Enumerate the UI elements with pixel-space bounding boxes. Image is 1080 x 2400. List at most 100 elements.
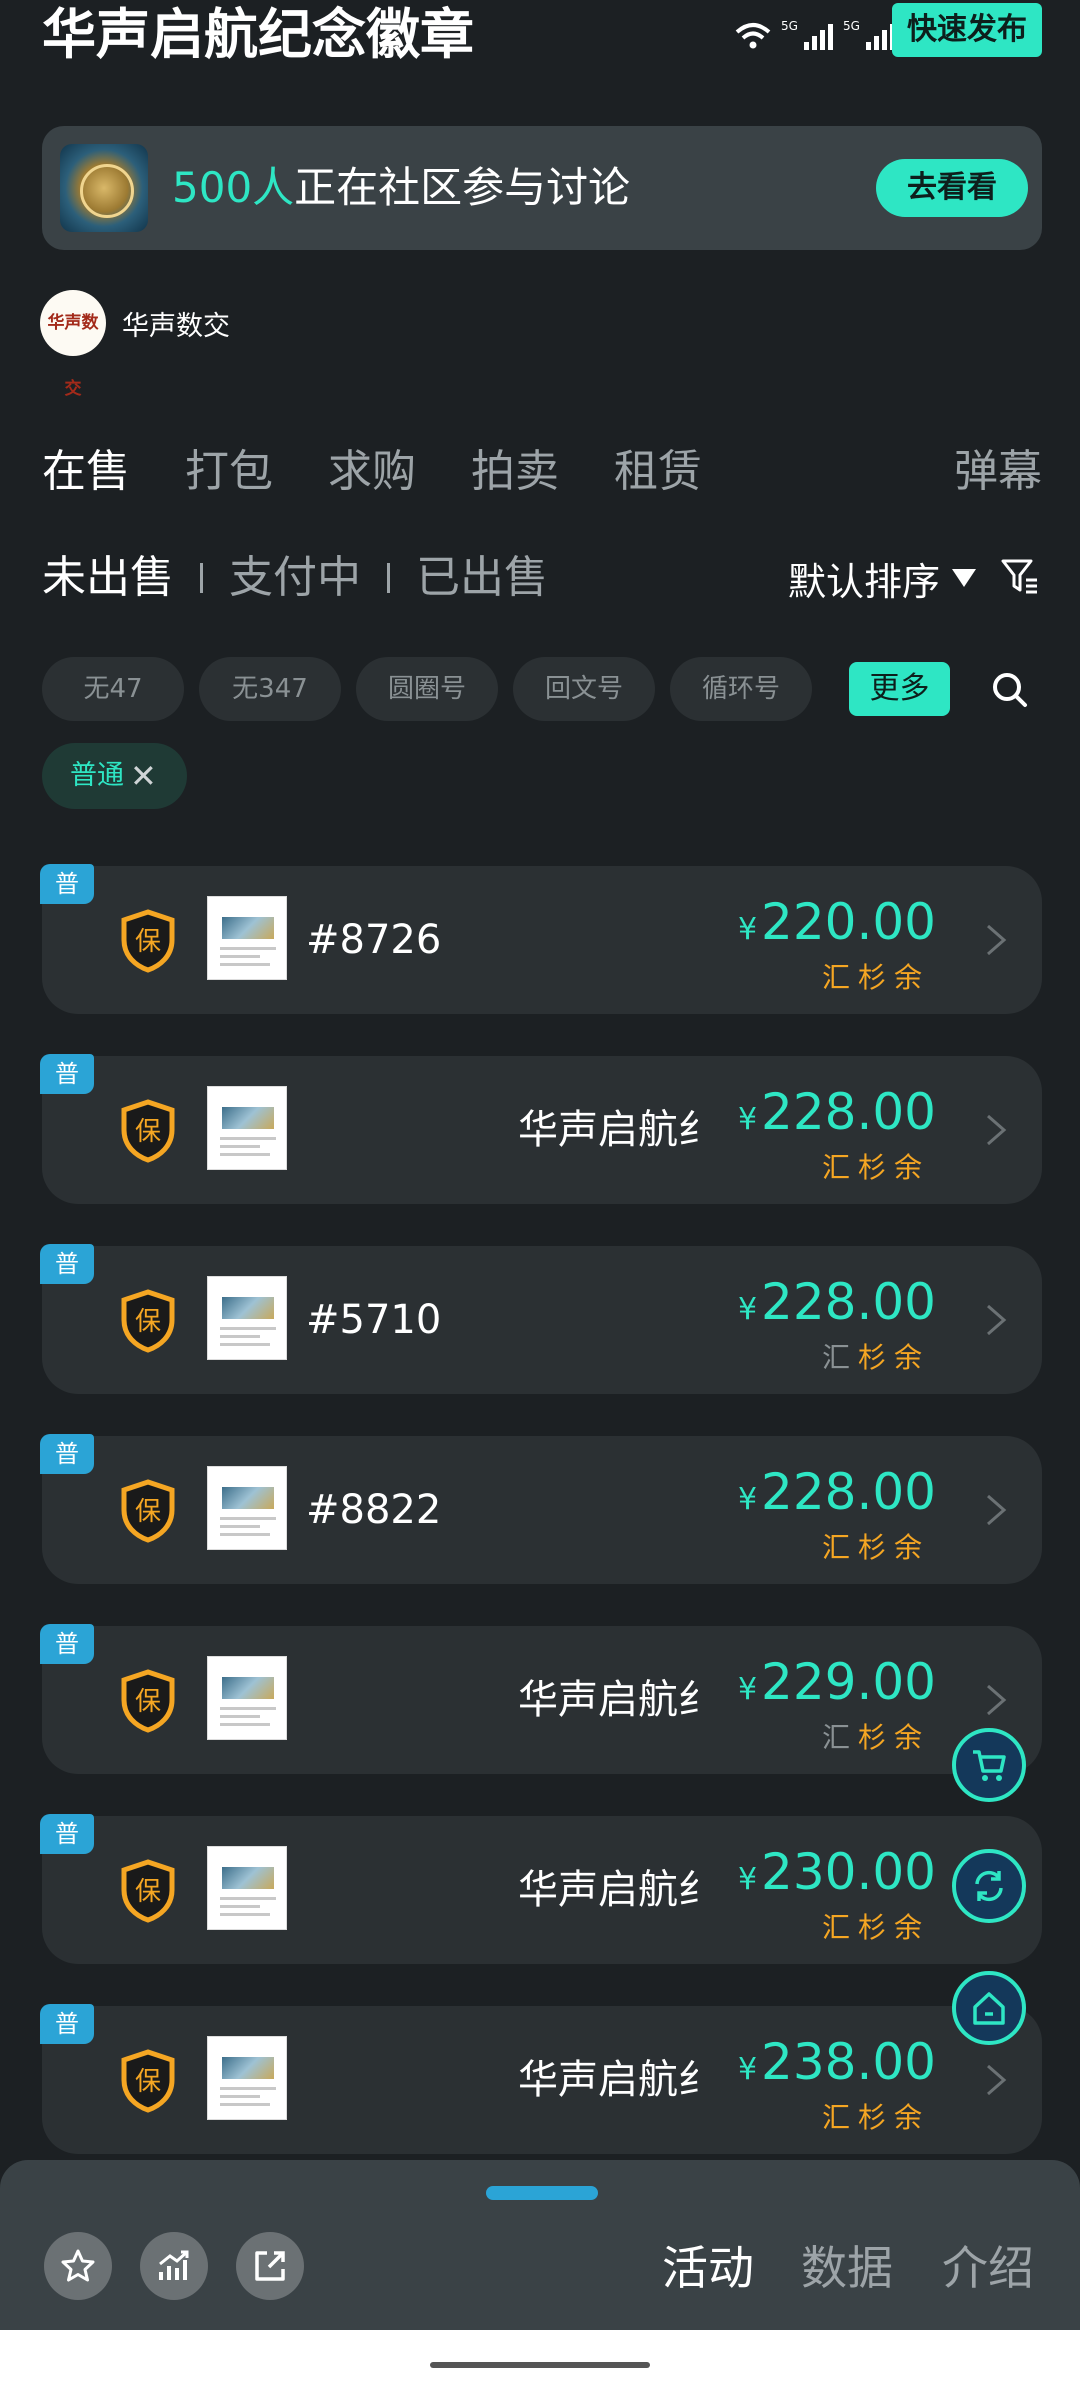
listing-card[interactable]: 普 保 #8726 ¥220.00 汇杉余 bbox=[40, 864, 1042, 1014]
grade-tag: 普 bbox=[40, 1434, 94, 1474]
badge-thumbnail bbox=[207, 1276, 287, 1360]
market-tags: 汇杉余 bbox=[822, 1146, 930, 1186]
shield-label: 保 bbox=[135, 1307, 161, 1337]
more-filters-button[interactable]: 更多 bbox=[849, 662, 950, 716]
share-button[interactable] bbox=[236, 2232, 304, 2300]
badge-image bbox=[222, 1297, 274, 1319]
tab-paying[interactable]: 支付中 bbox=[229, 546, 361, 610]
badge-image bbox=[222, 917, 274, 939]
tab-sold[interactable]: 已出售 bbox=[416, 546, 548, 610]
chip-filter[interactable]: 圆圈号 bbox=[356, 657, 498, 721]
creator-row[interactable]: 华声数交 华声数交 bbox=[40, 290, 230, 399]
badge-thumbnail bbox=[207, 896, 287, 980]
cart-button[interactable] bbox=[952, 1728, 1026, 1802]
tab-data[interactable]: 数据 bbox=[801, 2236, 893, 2300]
listing-card[interactable]: 普 保 华声启航纟 ¥229.00 汇杉余 bbox=[40, 1624, 1042, 1774]
listing-card[interactable]: 普 保 华声启航纟 ¥230.00 汇杉余 bbox=[40, 1814, 1042, 1964]
listing-card[interactable]: 普 保 华声启航纟 ¥228.00 汇杉余 bbox=[40, 1054, 1042, 1204]
badge-thumbnail bbox=[207, 2036, 287, 2120]
guarantee-shield-icon: 保 bbox=[121, 1479, 175, 1543]
chip-filter[interactable]: 无47 bbox=[42, 657, 184, 721]
active-filter-chip[interactable]: 普通 ✕ bbox=[42, 743, 187, 809]
search-icon[interactable] bbox=[990, 670, 1030, 710]
guarantee-shield-icon: 保 bbox=[121, 2049, 175, 2113]
tab-on-sale[interactable]: 在售 bbox=[42, 440, 130, 504]
listing-price: ¥228.00 bbox=[738, 1460, 936, 1532]
market-tags: 汇杉余 bbox=[822, 1906, 930, 1946]
shield-label: 保 bbox=[135, 1497, 161, 1527]
market-label: 汇 bbox=[821, 1151, 858, 1184]
market-tags: 汇杉余 bbox=[822, 1716, 930, 1756]
page-title: 华声启航纪念徽章 bbox=[42, 3, 474, 66]
go-see-button[interactable]: 去看看 bbox=[876, 159, 1028, 217]
chevron-right-icon bbox=[987, 2064, 1007, 2096]
banner-message: 正在社区参与讨论 bbox=[294, 163, 631, 212]
listing-name: 华声启航纟 bbox=[518, 1867, 698, 1913]
shield-label: 保 bbox=[135, 927, 161, 957]
market-label: 汇 bbox=[821, 1341, 858, 1374]
market-label: 余 bbox=[893, 1531, 930, 1564]
favorite-button[interactable] bbox=[44, 2232, 112, 2300]
quick-publish-button[interactable]: 快速发布 bbox=[892, 3, 1042, 57]
tab-auction[interactable]: 拍卖 bbox=[471, 440, 559, 504]
shield-label: 保 bbox=[135, 1117, 161, 1147]
signal-icon bbox=[803, 22, 833, 50]
market-label: 杉 bbox=[857, 1151, 894, 1184]
listing-price: ¥230.00 bbox=[738, 1840, 936, 1912]
close-icon[interactable]: ✕ bbox=[130, 743, 157, 809]
tab-rental[interactable]: 租赁 bbox=[614, 440, 702, 504]
guarantee-shield-icon: 保 bbox=[121, 1669, 175, 1733]
sort-dropdown[interactable]: 默认排序 bbox=[788, 546, 977, 610]
market-label: 汇 bbox=[821, 961, 858, 994]
network-type-1: 5G bbox=[781, 19, 798, 33]
chip-filter[interactable]: 回文号 bbox=[513, 657, 655, 721]
listing-card[interactable]: 普 保 华声启航纟 ¥238.00 汇杉余 bbox=[40, 2004, 1042, 2154]
tab-wanted[interactable]: 求购 bbox=[328, 440, 416, 504]
market-label: 杉 bbox=[857, 1911, 894, 1944]
badge-thumbnail bbox=[207, 1086, 287, 1170]
divider bbox=[387, 563, 390, 593]
listing-price: ¥238.00 bbox=[738, 2030, 936, 2102]
wifi-icon bbox=[735, 23, 771, 49]
tab-bundle[interactable]: 打包 bbox=[185, 440, 273, 504]
signal-icon-2 bbox=[865, 22, 895, 50]
tab-unsold[interactable]: 未出售 bbox=[42, 546, 174, 610]
listing-name: #5710 bbox=[306, 1297, 442, 1343]
filter-icon[interactable] bbox=[1000, 556, 1040, 596]
chip-filter[interactable]: 循环号 bbox=[670, 657, 812, 721]
market-label: 汇 bbox=[821, 1531, 858, 1564]
listing-price: ¥229.00 bbox=[738, 1650, 936, 1722]
market-label: 杉 bbox=[857, 2101, 894, 2134]
badge-thumbnail bbox=[60, 144, 148, 232]
trend-button[interactable] bbox=[140, 2232, 208, 2300]
badge-image bbox=[222, 2057, 274, 2079]
price-value: 238.00 bbox=[761, 2033, 936, 2091]
grade-tag: 普 bbox=[40, 1054, 94, 1094]
community-banner[interactable]: 500人正在社区参与讨论 去看看 bbox=[42, 126, 1042, 250]
market-label: 汇 bbox=[821, 1721, 858, 1754]
market-tags: 汇杉余 bbox=[822, 1526, 930, 1566]
shield-label: 保 bbox=[135, 2067, 161, 2097]
grade-tag: 普 bbox=[40, 2004, 94, 2044]
drag-handle[interactable] bbox=[486, 2186, 598, 2200]
gesture-pill[interactable] bbox=[430, 2362, 650, 2368]
active-filter-label: 普通 bbox=[70, 760, 124, 791]
danmu-toggle[interactable]: 弹幕 bbox=[954, 440, 1042, 504]
market-label: 杉 bbox=[857, 961, 894, 994]
chevron-right-icon bbox=[987, 1304, 1007, 1336]
home-button[interactable] bbox=[952, 1971, 1026, 2045]
currency-symbol: ¥ bbox=[737, 1482, 758, 1517]
listing-name: #8822 bbox=[306, 1487, 442, 1533]
chip-filter[interactable]: 无347 bbox=[199, 657, 341, 721]
listing-card[interactable]: 普 保 #8822 ¥228.00 汇杉余 bbox=[40, 1434, 1042, 1584]
refresh-button[interactable] bbox=[952, 1849, 1026, 1923]
tab-intro[interactable]: 介绍 bbox=[942, 2236, 1034, 2300]
listing-name: 华声启航纟 bbox=[518, 1677, 698, 1723]
creator-avatar: 华声数交 bbox=[40, 290, 106, 399]
listing-card[interactable]: 普 保 #5710 ¥228.00 汇杉余 bbox=[40, 1244, 1042, 1394]
listing-name: #8726 bbox=[306, 917, 442, 963]
tab-activity[interactable]: 活动 bbox=[662, 2236, 754, 2300]
currency-symbol: ¥ bbox=[737, 1292, 758, 1327]
badge-image bbox=[222, 1487, 274, 1509]
filter-chips: 无47 无347 圆圈号 回文号 循环号 更多 bbox=[42, 657, 1042, 723]
